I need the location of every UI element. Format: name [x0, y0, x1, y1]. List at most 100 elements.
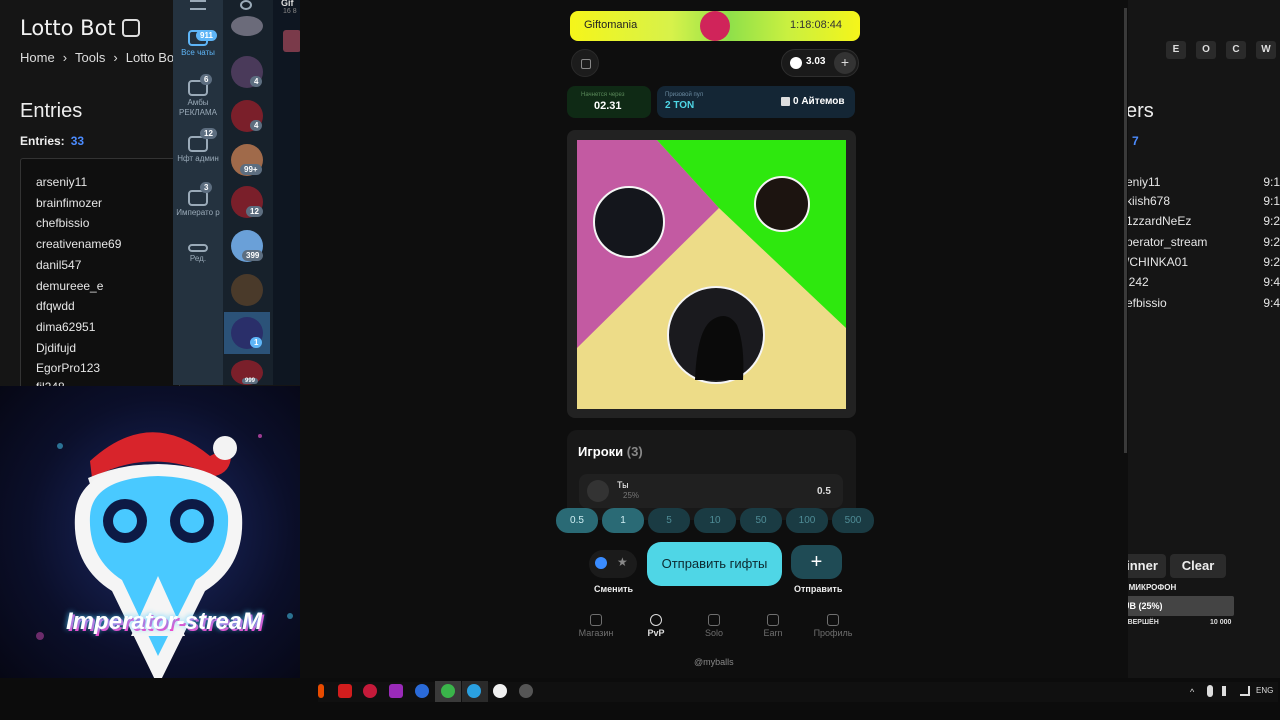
opera-icon[interactable] [363, 684, 377, 698]
round-start-box: Начнется через 02.31 [567, 86, 651, 118]
folder-label: Нфт админ [177, 154, 219, 163]
bet-chip[interactable]: 10 [694, 508, 736, 533]
key-button-c[interactable]: C [1226, 41, 1246, 59]
avatar[interactable] [231, 16, 263, 36]
send-label: Отправить [794, 584, 843, 594]
send-gifts-button[interactable]: Отправить гифты [647, 542, 782, 586]
yandex-icon[interactable] [338, 684, 352, 698]
players-heading: Игроки (3) [578, 444, 643, 459]
stream-logo: Imperator-streaM [0, 386, 318, 706]
entries-count: Entries: 33 [20, 134, 84, 148]
folder-label: Императо р [176, 208, 220, 217]
scrollbar[interactable] [1124, 8, 1127, 453]
pool-label: Призовой пул [665, 92, 704, 98]
entries-count-label: Entries: [20, 134, 65, 148]
folder-imperator[interactable]: Императо р [173, 190, 223, 218]
nav-shop[interactable]: Магазин [571, 614, 621, 638]
bet-chip[interactable]: 50 [740, 508, 782, 533]
chrome-icon[interactable] [441, 684, 455, 698]
calendar-icon [581, 59, 591, 69]
winner-name: i242 [1126, 275, 1149, 289]
bet-chip-selected[interactable]: 1 [602, 508, 644, 533]
gift-icon [781, 97, 790, 106]
app-icon[interactable] [389, 684, 403, 698]
nav-pvp[interactable]: PvP [631, 614, 681, 638]
volume-icon[interactable] [1222, 686, 1232, 696]
breadcrumb: Home › Tools › Lotto Bot [20, 50, 178, 65]
players-title: Игроки [578, 444, 624, 459]
chevron-up-icon[interactable]: ^ [1190, 687, 1194, 697]
telegram-icon[interactable] [467, 684, 481, 698]
app-icon[interactable] [415, 684, 429, 698]
list-item: dfqwdd [36, 299, 75, 313]
nav-earn[interactable]: Earn [748, 614, 798, 638]
list-item: arseniy11 [36, 175, 88, 189]
nav-solo[interactable]: Solo [689, 614, 739, 638]
key-button-o[interactable]: O [1196, 41, 1216, 59]
breadcrumb-tools[interactable]: Tools [75, 50, 105, 65]
yandex-browser-icon[interactable] [493, 684, 507, 698]
folder-badge: 911 [196, 30, 217, 41]
app-icon[interactable] [519, 684, 533, 698]
folder-label: Все чаты [181, 48, 215, 57]
entries-heading: Entries [20, 100, 83, 122]
microphone-icon[interactable] [1207, 685, 1213, 697]
winner-row: eniy11 9:1 [1126, 175, 1280, 189]
send-plus-button[interactable]: + [791, 545, 842, 579]
search-icon[interactable] [240, 0, 252, 10]
winner-time: 9:1 [1263, 194, 1280, 208]
winner-row: 1zzardNeEz 9:2 [1126, 214, 1280, 228]
chat-title: Gif [281, 0, 294, 8]
winner-time: 9:2 [1263, 235, 1280, 249]
page-title: Lotto Bot [20, 16, 116, 40]
menu-icon[interactable] [190, 0, 206, 10]
folder-nft-admin[interactable]: Нфт админ [173, 136, 223, 164]
winner-name: perator_stream [1126, 235, 1208, 249]
winner-name: 1zzardNeEz [1126, 214, 1192, 228]
nav-label: Solo [704, 628, 723, 638]
items-value: 0 Айтемов [793, 96, 845, 107]
winners-heading: ers [1126, 100, 1154, 122]
donation-max: 10 000 [1210, 619, 1232, 626]
folder-edit[interactable]: Ред. [173, 244, 223, 264]
unread-badge: 99+ [240, 164, 262, 175]
clear-button[interactable]: Clear [1170, 554, 1226, 578]
avatar[interactable] [231, 274, 263, 306]
robot-icon [122, 19, 140, 37]
list-item: demureee_e [36, 279, 104, 293]
history-button[interactable] [571, 49, 599, 77]
crown-icon [700, 11, 730, 41]
list-item: chefbissio [36, 216, 90, 230]
key-button-w[interactable]: W [1256, 41, 1276, 59]
nav-profile[interactable]: Профиль [808, 614, 858, 638]
bet-chip[interactable]: 5 [648, 508, 690, 533]
currency-switch[interactable]: ★ [589, 550, 637, 578]
app-icon[interactable] [318, 684, 324, 698]
player-avatar [754, 176, 810, 232]
bet-chip[interactable]: 500 [832, 508, 874, 533]
unread-badge: 399 [242, 250, 264, 261]
breadcrumb-home[interactable]: Home [20, 50, 55, 65]
key-button-e[interactable]: E [1166, 41, 1186, 59]
winner-name: /CHINKA01 [1126, 255, 1189, 269]
bet-chip-selected[interactable]: 0.5 [556, 508, 598, 533]
folder-ads[interactable]: Амбы РЕКЛАМА [173, 80, 223, 118]
list-item: creativename69 [36, 237, 122, 251]
winner-time: 9:2 [1263, 255, 1280, 269]
list-item: EgorPro123 [36, 361, 101, 375]
telegram-chat-header: Gif 16 8 [273, 0, 301, 385]
bet-chip[interactable]: 100 [786, 508, 828, 533]
player-row[interactable]: Ты 25% 0.5 [579, 474, 843, 508]
folder-badge: 12 [200, 128, 217, 139]
nav-label: Магазин [578, 628, 614, 638]
winner-time: 9:1 [1263, 175, 1280, 189]
players-count: (3) [626, 444, 643, 459]
add-balance-button[interactable]: + [834, 52, 856, 74]
chat-subtitle: 16 8 [283, 8, 297, 15]
list-item: dima62951 [36, 320, 96, 334]
language-indicator[interactable]: ENG [1256, 686, 1273, 695]
start-countdown: 02.31 [594, 100, 622, 112]
banner-timer: 1:18:08:44 [790, 19, 842, 31]
player-avatar [593, 186, 665, 258]
network-icon[interactable] [1240, 686, 1250, 696]
